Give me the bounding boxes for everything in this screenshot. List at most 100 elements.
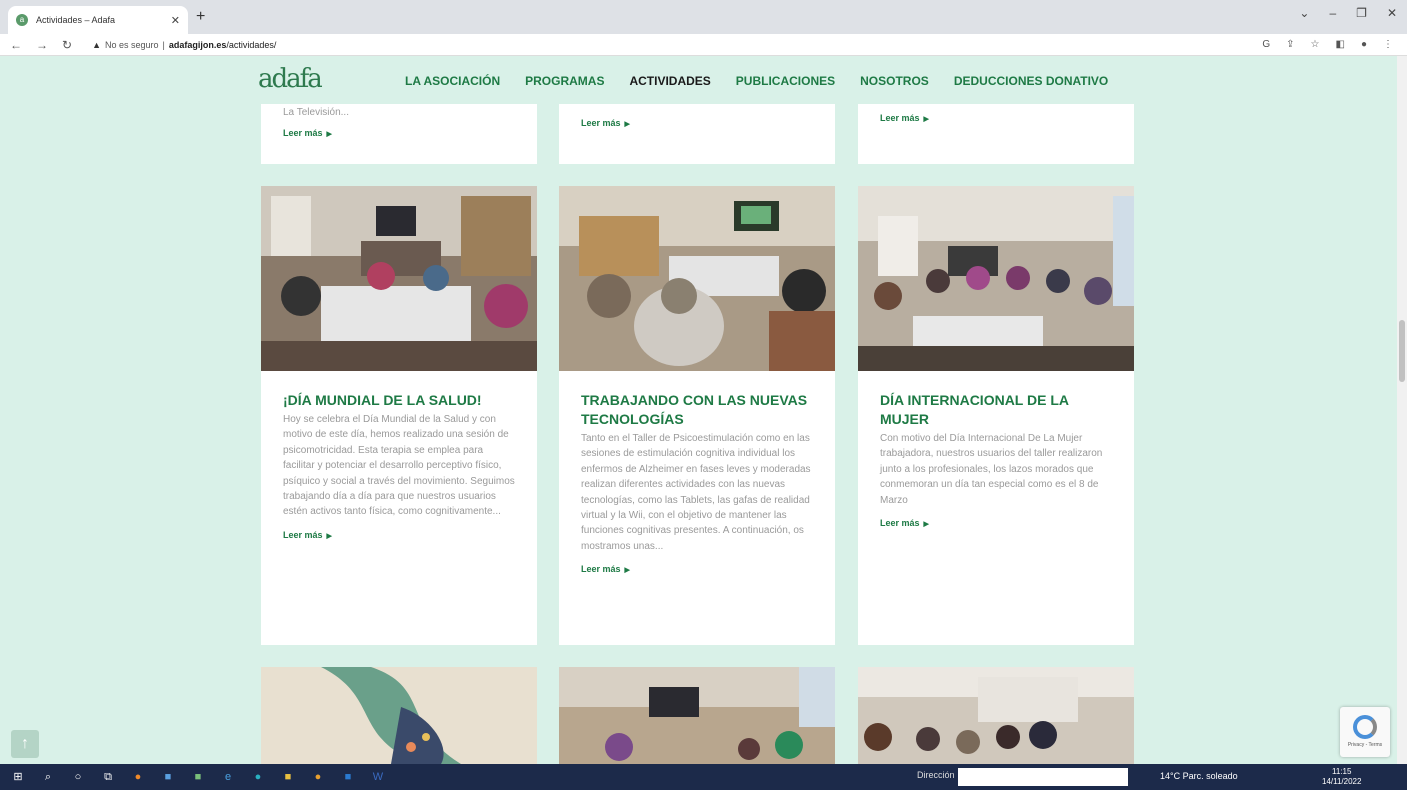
arrow-right-icon: ▶: [624, 121, 630, 128]
main-menu: LA ASOCIACIÓN PROGRAMAS ACTIVIDADES PUBL…: [405, 74, 1108, 88]
read-more-link[interactable]: Leer más ▶: [283, 530, 332, 540]
read-more-link[interactable]: Leer más ▶: [581, 564, 630, 574]
card-title[interactable]: ¡DÍA MUNDIAL DE LA SALUD!: [283, 391, 517, 410]
restore-icon[interactable]: ❐: [1356, 6, 1367, 20]
menu-item-programas[interactable]: PROGRAMAS: [525, 74, 604, 88]
read-more-label: Leer más: [581, 564, 621, 575]
security-label[interactable]: No es seguro: [105, 40, 159, 50]
menu-item-asociacion[interactable]: LA ASOCIACIÓN: [405, 74, 500, 88]
arrow-right-icon: ▶: [326, 532, 332, 540]
share-icon[interactable]: ⇪: [1286, 39, 1294, 50]
reload-icon[interactable]: ↻: [62, 38, 72, 52]
chrome-icon[interactable]: ●: [310, 769, 326, 785]
arrow-up-icon: ↑: [21, 735, 29, 752]
windows-taskbar: ⊞ ⌕ ○ ⧉ ● ■ ■ e ● ■ ● ■ W Dirección 14°C…: [0, 764, 1407, 790]
close-window-icon[interactable]: ✕: [1387, 6, 1397, 20]
google-icon[interactable]: G: [1262, 39, 1270, 50]
card-photo[interactable]: [261, 186, 537, 371]
close-tab-icon[interactable]: ✕: [171, 14, 180, 27]
card-photo[interactable]: [261, 667, 537, 764]
windows-start-icon[interactable]: ⊞: [10, 769, 26, 785]
cortana-icon[interactable]: ○: [70, 769, 86, 785]
bookmark-star-icon[interactable]: ☆: [1311, 39, 1320, 50]
card-title[interactable]: TRABAJANDO CON LAS NUEVAS TECNOLOGÍAS: [581, 391, 815, 429]
read-more-label: Leer más: [581, 118, 621, 128]
task-view-icon[interactable]: ⧉: [100, 769, 116, 785]
menu-item-publicaciones[interactable]: PUBLICACIONES: [736, 74, 835, 88]
url-path: /actividades/: [226, 39, 277, 50]
recaptcha-icon: [1353, 715, 1377, 739]
browser-tab-bar: a Actividades – Adafa ✕ + ⌄ – ❐ ✕: [0, 0, 1407, 34]
web-page: adafa LA ASOCIACIÓN PROGRAMAS ACTIVIDADE…: [0, 56, 1397, 764]
address-toolbar-label: Dirección: [917, 770, 955, 780]
read-more-link[interactable]: Leer más ▶: [283, 128, 332, 138]
edge-chromium-icon[interactable]: ●: [250, 769, 266, 785]
activity-card: ¡DÍA MUNDIAL DE LA SALUD! Hoy se celebra…: [261, 186, 537, 645]
word-icon[interactable]: W: [370, 769, 386, 785]
read-more-link[interactable]: Leer más ▶: [581, 118, 630, 128]
edge-icon[interactable]: e: [220, 769, 236, 785]
arrow-right-icon: ▶: [624, 567, 630, 575]
warning-icon[interactable]: ▲: [92, 40, 101, 50]
window-controls: ⌄ – ❐ ✕: [1299, 6, 1397, 20]
tab-title: Actividades – Adafa: [36, 15, 116, 25]
activity-card: [261, 667, 537, 764]
file-explorer-icon[interactable]: ■: [280, 769, 296, 785]
weather-widget[interactable]: 14°C Parc. soleado: [1160, 771, 1238, 781]
site-logo[interactable]: adafa: [258, 64, 323, 94]
read-more-label: Leer más: [283, 529, 323, 540]
chevron-down-icon[interactable]: ⌄: [1299, 6, 1309, 20]
menu-kebab-icon[interactable]: ⋮: [1383, 39, 1393, 50]
card-photo[interactable]: [559, 667, 835, 764]
menu-item-deducciones[interactable]: DEDUCCIONES DONATIVO: [954, 74, 1108, 88]
new-tab-icon[interactable]: +: [196, 8, 205, 26]
scrollbar-thumb[interactable]: [1399, 320, 1405, 382]
recaptcha-badge[interactable]: Privacy - Terms: [1340, 707, 1390, 757]
back-to-top-button[interactable]: ↑: [11, 730, 39, 758]
menu-item-actividades[interactable]: ACTIVIDADES: [629, 74, 710, 88]
address-bar: ← → ↻ ▲ No es seguro | adafagijon.es/act…: [0, 34, 1407, 56]
card-excerpt: Con motivo del Día Internacional De La M…: [880, 433, 1103, 506]
calculator-icon[interactable]: ■: [190, 769, 206, 785]
activity-card: DÍA INTERNACIONAL DE LA MUJER Con motivo…: [858, 186, 1134, 645]
activity-card: [858, 667, 1134, 764]
card-title[interactable]: DÍA INTERNACIONAL DE LA MUJER: [880, 391, 1114, 429]
site-header: adafa LA ASOCIACIÓN PROGRAMAS ACTIVIDADE…: [0, 56, 1397, 104]
sidepanel-icon[interactable]: ◧: [1336, 39, 1345, 50]
card-excerpt: Hoy se celebra el Día Mundial de la Salu…: [283, 414, 515, 518]
recaptcha-text[interactable]: Privacy - Terms: [1348, 742, 1382, 748]
url-domain: adafagijon.es: [168, 39, 227, 50]
url-field[interactable]: adafagijon.es/actividades/: [169, 40, 277, 50]
read-more-link[interactable]: Leer más ▶: [880, 518, 929, 528]
mail-icon[interactable]: ■: [160, 769, 176, 785]
address-separator: |: [162, 39, 165, 50]
arrow-right-icon: ▶: [326, 131, 332, 139]
firefox-icon[interactable]: ●: [130, 769, 146, 785]
read-more-label: Leer más: [880, 113, 920, 123]
adafa-favicon-icon: a: [16, 14, 28, 26]
card-snippet: La Televisión...: [283, 107, 349, 118]
read-more-label: Leer más: [283, 128, 323, 139]
read-more-label: Leer más: [880, 518, 920, 529]
search-icon[interactable]: ⌕: [40, 769, 56, 785]
clock-date: 14/11/2022: [1322, 777, 1362, 786]
forward-icon[interactable]: →: [36, 38, 48, 52]
card-photo[interactable]: [858, 186, 1134, 371]
card-photo[interactable]: [559, 186, 835, 371]
page-scrollbar[interactable]: [1397, 56, 1407, 764]
activity-card: TRABAJANDO CON LAS NUEVAS TECNOLOGÍAS Ta…: [559, 186, 835, 645]
back-icon[interactable]: ←: [10, 38, 22, 52]
system-clock[interactable]: 11:15 14/11/2022: [1322, 767, 1361, 787]
card-photo[interactable]: [858, 667, 1134, 764]
arrow-right-icon: ▶: [923, 521, 929, 529]
profile-icon[interactable]: ●: [1361, 39, 1367, 50]
menu-item-nosotros[interactable]: NOSOTROS: [860, 74, 929, 88]
card-excerpt: Tanto en el Taller de Psicoestimulación …: [581, 433, 811, 552]
read-more-link[interactable]: Leer más ▶: [880, 113, 929, 123]
browser-tab[interactable]: a Actividades – Adafa ✕: [8, 6, 188, 34]
address-toolbar-input[interactable]: [958, 768, 1128, 786]
minimize-icon[interactable]: –: [1329, 6, 1336, 20]
activity-card: [559, 667, 835, 764]
arrow-right-icon: ▶: [923, 116, 929, 123]
outlook-icon[interactable]: ■: [340, 769, 356, 785]
